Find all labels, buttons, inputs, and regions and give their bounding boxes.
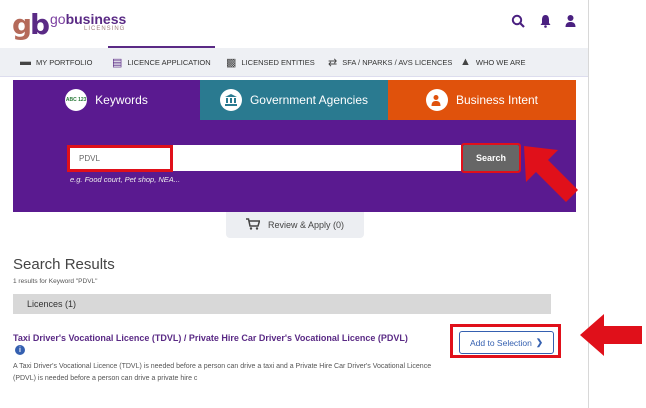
red-arrow-icon <box>524 146 578 202</box>
tab-keywords[interactable]: ABC 123 Keywords <box>13 80 200 120</box>
review-apply-button[interactable]: Review & Apply (0) <box>226 212 364 238</box>
nav-sfa-licences[interactable]: ⇄ SFA / NPARKS / AVS LICENCES <box>328 48 452 76</box>
highlight-box-search-button <box>461 143 521 173</box>
logo-subtitle: LICENSING <box>84 26 126 32</box>
nav-label: WHO WE ARE <box>475 57 526 67</box>
licence-title-link[interactable]: Taxi Driver's Vocational Licence (TDVL) … <box>13 333 408 343</box>
tab-government-agencies[interactable]: Government Agencies <box>200 80 388 120</box>
building-icon: ▲ <box>460 56 471 68</box>
nav-licence-application[interactable]: ▤ LICENCE APPLICATION <box>108 46 215 76</box>
highlight-box-search-input <box>67 145 173 172</box>
highlight-box-add-button <box>450 324 561 358</box>
nav-label: SFA / NPARKS / AVS LICENCES <box>342 57 453 67</box>
search-example-hint: e.g. Food court, Pet shop, NEA... <box>70 175 181 184</box>
logo-text[interactable]: gobusiness <box>50 11 126 27</box>
nav-label: MY PORTFOLIO <box>36 57 93 67</box>
truck-icon: ▩ <box>226 56 237 69</box>
licences-section-header[interactable]: Licences (1) <box>13 294 551 314</box>
results-count: 1 results for Keyword "PDVL" <box>13 278 98 285</box>
tab-label: Government Agencies <box>249 93 369 107</box>
info-icon[interactable]: i <box>15 345 25 355</box>
results-title: Search Results <box>13 256 115 273</box>
review-label: Review & Apply (0) <box>267 220 345 230</box>
search-icon[interactable] <box>511 14 525 32</box>
nav-who-we-are[interactable]: ▲ WHO WE ARE <box>460 48 525 76</box>
business-person-icon <box>425 89 448 111</box>
red-arrow-icon <box>580 314 642 356</box>
tab-label: Business Intent <box>455 93 539 107</box>
tab-label: Keywords <box>95 93 148 107</box>
nav-licensed-entities[interactable]: ▩ LICENSED ENTITIES <box>226 48 315 76</box>
briefcase-icon: ▬ <box>20 56 31 68</box>
cart-icon <box>245 218 261 232</box>
nav-my-portfolio[interactable]: ▬ MY PORTFOLIO <box>20 48 92 76</box>
user-icon[interactable] <box>565 14 576 32</box>
abc-123-icon: ABC 123 <box>65 89 88 111</box>
bell-icon[interactable] <box>539 14 552 32</box>
building-icon <box>219 89 242 111</box>
licence-description: A Taxi Driver's Vocational Licence (TDVL… <box>13 363 432 382</box>
exchange-icon: ⇄ <box>328 56 338 69</box>
nav-label: LICENSED ENTITIES <box>241 57 315 67</box>
tab-business-intent[interactable]: Business Intent <box>388 80 576 120</box>
logo-mark[interactable]: gb <box>12 8 50 41</box>
document-icon: ▤ <box>112 56 123 69</box>
nav-label: LICENCE APPLICATION <box>127 57 211 67</box>
